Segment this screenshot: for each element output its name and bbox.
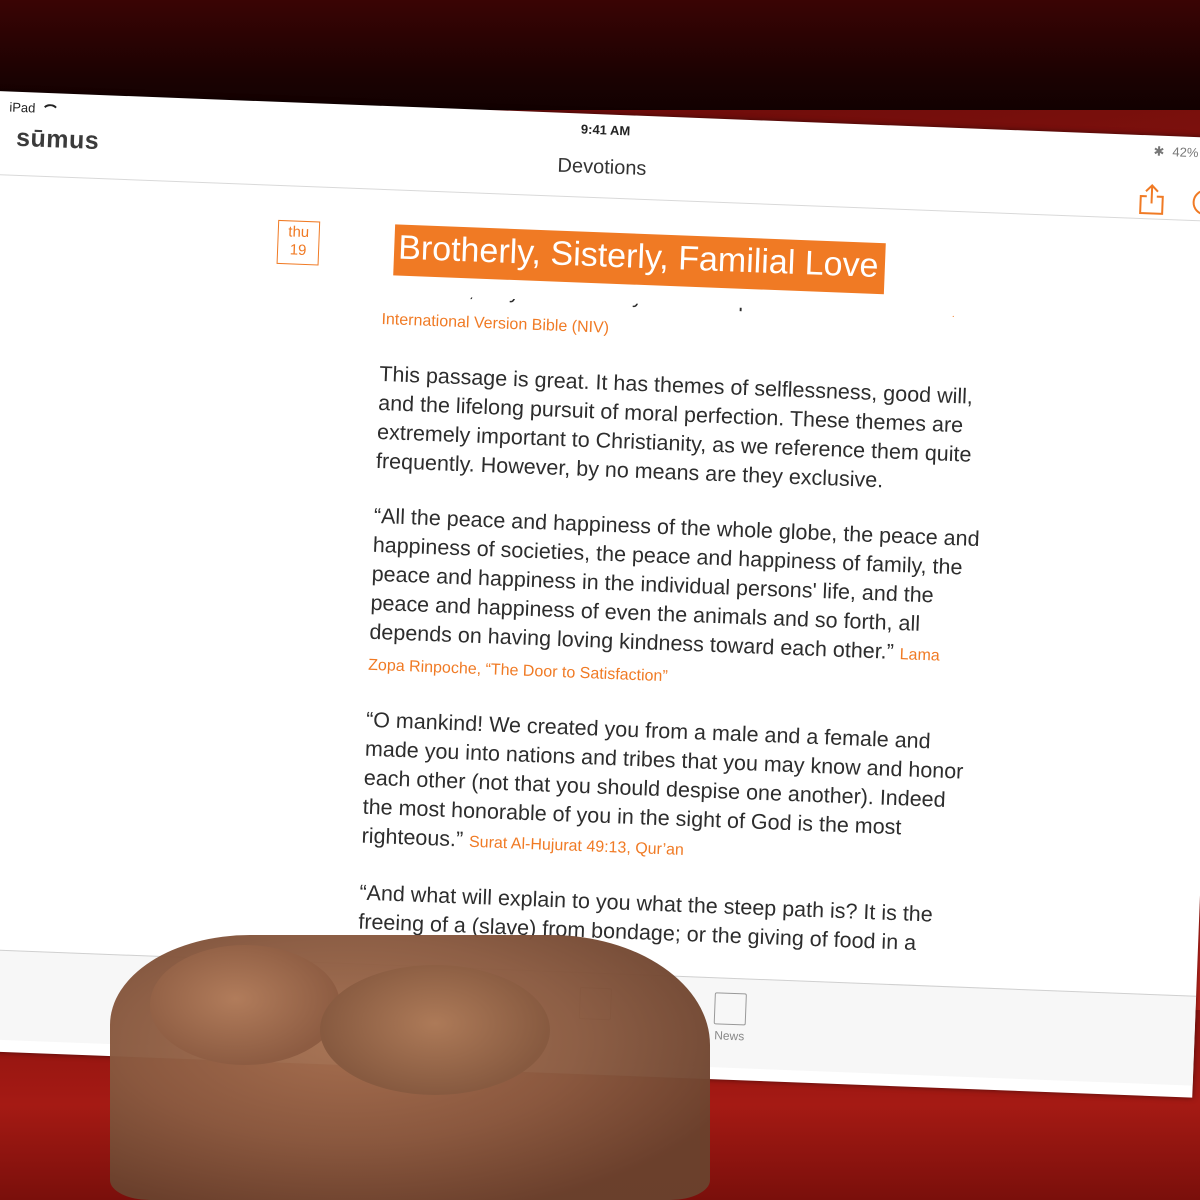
hand-knuckle xyxy=(320,965,550,1095)
article-paragraph: This passage is great. It has themes of … xyxy=(375,360,989,499)
wifi-icon xyxy=(41,103,55,114)
paragraph-citation: Surat Al-Hujurat 49:13, Qur’an xyxy=(468,833,685,859)
tab-label: News xyxy=(713,1028,745,1044)
devotion-title: Brotherly, Sisterly, Familial Love xyxy=(393,224,886,295)
bluetooth-icon: ✱ xyxy=(1153,143,1165,159)
tablet-bezel xyxy=(0,0,1200,110)
article-paragraph: therefore, as your heavenly Father is pe… xyxy=(381,294,992,357)
paragraph-text: therefore, as your heavenly Father is pe… xyxy=(382,293,818,315)
date-day: 19 xyxy=(289,241,307,260)
date-weekday: thu xyxy=(288,223,310,242)
news-icon xyxy=(713,992,747,1026)
page-title: Devotions xyxy=(557,154,647,181)
devotion-article[interactable]: therefore, as your heavenly Father is pe… xyxy=(355,294,992,1037)
share-icon[interactable] xyxy=(1138,183,1165,216)
status-time: 9:41 AM xyxy=(580,121,631,139)
article-paragraph: “O mankind! We created you from a male a… xyxy=(361,706,976,876)
paragraph-text: “All the peace and happiness of the whol… xyxy=(369,503,980,664)
status-left: iPad xyxy=(9,100,56,117)
date-badge: thu 19 xyxy=(276,219,321,266)
sumus-logo[interactable]: sūmus xyxy=(16,124,100,156)
paragraph-citation: Matthew 5:43 - 48, New International Ver… xyxy=(381,296,993,337)
paragraph-text: “O mankind! We created you from a male a… xyxy=(361,707,964,852)
device-name: iPad xyxy=(9,99,36,116)
article-scroll-content: therefore, as your heavenly Father is pe… xyxy=(358,294,992,960)
status-right: ✱ 42% xyxy=(1153,143,1199,161)
paragraph-text: This passage is great. It has themes of … xyxy=(375,361,974,493)
article-paragraph: “All the peace and happiness of the whol… xyxy=(368,502,984,703)
battery-level: 42% xyxy=(1172,144,1199,161)
hand-knuckle xyxy=(150,945,340,1065)
